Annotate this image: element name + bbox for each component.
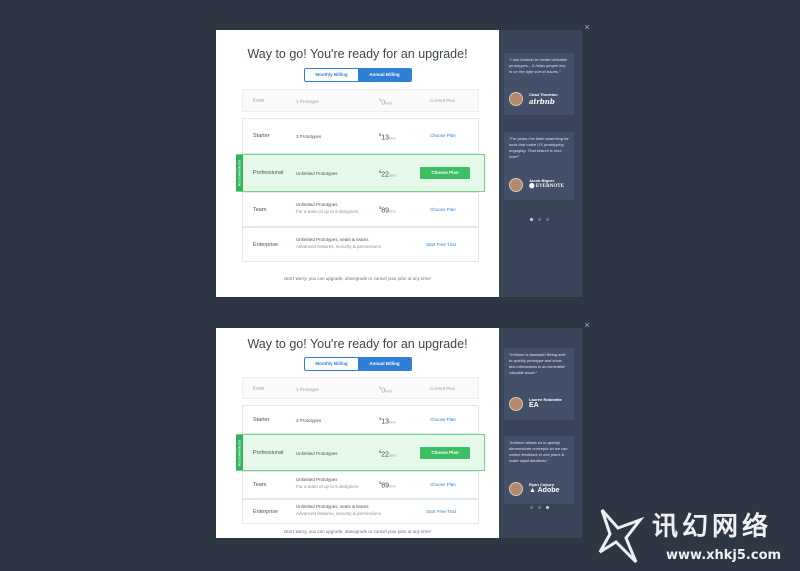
plan-price: $13/mo	[379, 416, 396, 426]
carousel-dot[interactable]	[538, 506, 541, 509]
testimonial-quote: "For years I've been searching for tools…	[509, 136, 569, 159]
plan-description: Unlimited Prototypes, seats & teams Advan…	[296, 504, 382, 516]
choose-plan-link[interactable]: Choose Plan	[430, 207, 456, 212]
upgrade-modal: Way to go! You're ready for an upgrade! …	[216, 22, 590, 297]
testimonial-card: "For years I've been searching for tools…	[504, 132, 574, 200]
close-icon[interactable]: ×	[582, 320, 592, 330]
start-free-trial-link[interactable]: Start Free Trial	[426, 509, 456, 514]
close-icon[interactable]: ×	[582, 22, 592, 32]
plan-name: Team	[253, 207, 267, 213]
plan-row-enterprise: Enterprise Unlimited Prototypes, seats &…	[242, 499, 479, 524]
testimonial-card: "InVision allows us to quickly demonstra…	[504, 436, 574, 504]
plan-price: $13/mo	[379, 132, 396, 142]
carousel-dot[interactable]	[530, 218, 533, 221]
evernote-logo: ⬤ EVERNOTE	[529, 184, 564, 189]
plan-price: $89/mo	[379, 205, 396, 215]
plan-description: 3 Prototypes	[296, 134, 322, 139]
annual-billing-tab[interactable]: Annual Billing	[358, 358, 411, 370]
footnote: Don't worry, you can upgrade, downgrade …	[284, 529, 431, 534]
footnote: Don't worry, you can upgrade, downgrade …	[284, 276, 431, 281]
plan-name: Professional	[253, 450, 284, 456]
plan-row-free: Free 1 Prototype $0/mo Current Plan	[242, 89, 479, 112]
plan-name: Team	[253, 482, 267, 488]
plan-description: Unlimited Prototypes	[296, 451, 338, 456]
plan-description: 1 Prototype	[296, 99, 320, 104]
watermark: 讯幻网络 www.xhkj5.com	[596, 500, 800, 571]
airbnb-logo: airbnb	[529, 97, 555, 106]
choose-plan-link[interactable]: Choose Plan	[430, 417, 456, 422]
plan-description: Unlimited Prototypes, seats & teams Advan…	[296, 237, 382, 249]
plan-row-professional: RECOMMENDED Professional Unlimited Proto…	[236, 154, 485, 192]
carousel-dot[interactable]	[546, 506, 549, 509]
bird-logo-icon	[598, 509, 645, 564]
testimonials-panel: "InVision is fantastic! Being able to qu…	[499, 328, 582, 538]
current-plan-label: Current Plan	[430, 98, 456, 103]
testimonials-panel: "I use Invision to create clickable prot…	[499, 30, 582, 297]
watermark-text: 讯幻网络	[652, 512, 773, 542]
monthly-billing-tab[interactable]: Monthly Billing	[305, 358, 358, 370]
monthly-billing-tab[interactable]: Monthly Billing	[305, 69, 358, 81]
plan-row-starter: Starter 3 Prototypes $13/mo Choose Plan	[242, 405, 479, 434]
plans-panel: Way to go! You're ready for an upgrade! …	[216, 328, 499, 538]
plan-name: Professional	[253, 170, 284, 176]
avatar	[509, 178, 523, 192]
testimonial-quote: "InVision allows us to quickly demonstra…	[509, 440, 568, 463]
plan-price: $22/mo	[379, 449, 396, 459]
adobe-logo: ▲ Adobe	[529, 487, 560, 494]
modal-title: Way to go! You're ready for an upgrade!	[247, 47, 468, 61]
plan-row-free: Free 1 Prototype $0/mo Current Plan	[242, 377, 479, 399]
carousel-dot[interactable]	[530, 506, 533, 509]
testimonial-card: "I use Invision to create clickable prot…	[504, 53, 574, 115]
plan-description: Unlimited Prototypes	[296, 171, 338, 176]
testimonial-quote: "InVision is fantastic! Being able to qu…	[509, 352, 566, 375]
upgrade-modal: Way to go! You're ready for an upgrade! …	[216, 320, 590, 538]
plan-price: $0/mo	[379, 385, 392, 395]
plan-row-team: Team Unlimited Prototypes For a team of u…	[242, 192, 479, 227]
plan-row-professional: RECOMMENDED Professional Unlimited Proto…	[236, 434, 485, 471]
avatar	[509, 397, 523, 411]
plan-description: 3 Prototypes	[296, 418, 322, 423]
avatar	[509, 92, 523, 106]
carousel-dot[interactable]	[546, 218, 549, 221]
ea-logo: EA	[529, 402, 539, 409]
choose-plan-button[interactable]: Choose Plan	[420, 167, 470, 179]
plan-name: Starter	[253, 417, 270, 423]
watermark-url: www.xhkj5.com	[666, 548, 782, 563]
plan-name: Free	[253, 98, 265, 104]
testimonial-quote: "I use Invision to create clickable prot…	[509, 57, 567, 74]
recommended-badge: RECOMMENDED	[236, 435, 243, 470]
billing-toggle: Monthly Billing Annual Billing	[304, 357, 412, 371]
plan-name: Enterprise	[253, 509, 279, 515]
plan-name: Starter	[253, 133, 270, 139]
plan-description: Unlimited Prototypes For a team of up to …	[296, 477, 359, 489]
choose-plan-link[interactable]: Choose Plan	[430, 133, 456, 138]
plan-description: Unlimited Prototypes For a team of up to …	[296, 202, 359, 214]
plan-row-enterprise: Enterprise Unlimited Prototypes, seats &…	[242, 227, 479, 262]
start-free-trial-link[interactable]: Start Free Trial	[426, 242, 456, 247]
plan-name: Enterprise	[253, 242, 279, 248]
plans-panel: Way to go! You're ready for an upgrade! …	[216, 30, 499, 297]
modal-title: Way to go! You're ready for an upgrade!	[247, 337, 468, 351]
plan-name: Free	[253, 386, 265, 392]
plan-description: 1 Prototype	[296, 387, 320, 392]
recommended-badge: RECOMMENDED	[236, 155, 243, 191]
choose-plan-link[interactable]: Choose Plan	[430, 482, 456, 487]
plan-row-team: Team Unlimited Prototypes For a team of u…	[242, 471, 479, 499]
plan-price: $22/mo	[379, 169, 396, 179]
avatar	[509, 482, 523, 496]
carousel-dots	[530, 218, 549, 221]
current-plan-label: Current Plan	[430, 386, 456, 391]
billing-toggle: Monthly Billing Annual Billing	[304, 68, 412, 82]
plan-price: $89/mo	[379, 480, 396, 490]
carousel-dots	[530, 506, 549, 509]
testimonial-card: "InVision is fantastic! Being able to qu…	[504, 348, 574, 420]
carousel-dot[interactable]	[538, 218, 541, 221]
choose-plan-button[interactable]: Choose Plan	[420, 447, 470, 459]
plan-row-starter: Starter 3 Prototypes $13/mo Choose Plan	[242, 118, 479, 154]
plan-price: $0/mo	[379, 97, 392, 107]
annual-billing-tab[interactable]: Annual Billing	[358, 69, 411, 81]
